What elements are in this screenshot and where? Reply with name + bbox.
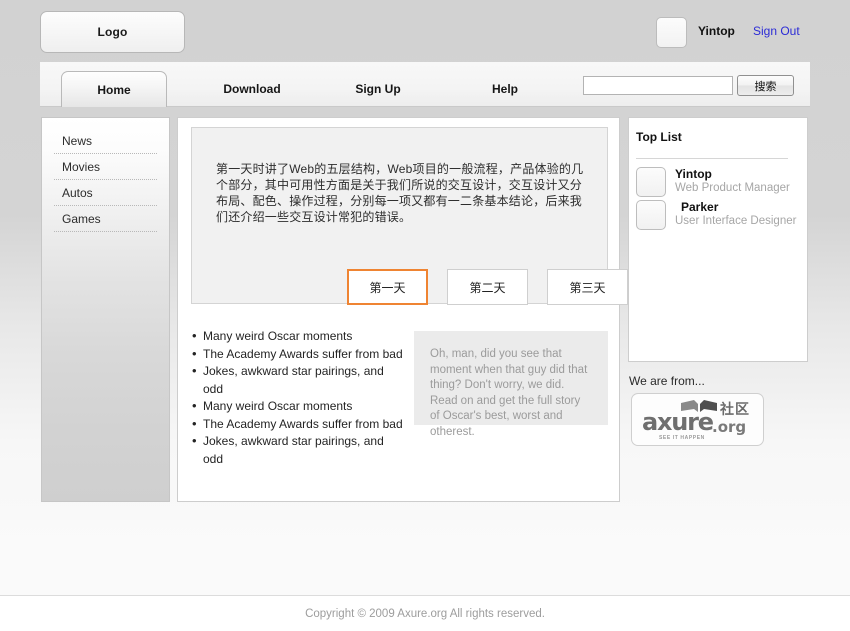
top-list-name: Parker: [681, 200, 719, 214]
nav-tab-download[interactable]: Download: [197, 71, 307, 107]
divider: [636, 158, 788, 159]
top-list-role: User Interface Designer: [675, 215, 797, 227]
day-tab-1[interactable]: 第一天: [347, 269, 428, 305]
axure-logo-tagline: SEE IT HAPPEN: [659, 435, 705, 441]
avatar: [636, 200, 666, 230]
axure-logo-cn: 社区: [720, 401, 750, 417]
nav-tab-help[interactable]: Help: [450, 71, 560, 107]
list-item[interactable]: Jokes, awkward star pairings, and odd: [191, 362, 406, 398]
top-list-info: Parker User Interface Designer: [675, 200, 796, 229]
list-item[interactable]: Yintop Web Product Manager: [636, 167, 804, 197]
day-tab-2[interactable]: 第二天: [447, 269, 528, 305]
list-item[interactable]: Many weird Oscar moments: [191, 327, 406, 346]
top-list-rows: Yintop Web Product Manager Parker User I…: [636, 167, 804, 233]
top-list-title: Top List: [636, 130, 682, 144]
day-tab-3[interactable]: 第三天: [547, 269, 628, 305]
avatar[interactable]: [656, 17, 687, 48]
quote-box: Oh, man, did you see that moment when th…: [414, 331, 608, 438]
axure-logo-card[interactable]: 社区 axure .org SEE IT HAPPEN: [631, 393, 764, 446]
list-item[interactable]: The Academy Awards suffer from bad: [191, 415, 406, 434]
logo[interactable]: Logo: [40, 11, 185, 53]
sign-out-link[interactable]: Sign Out: [753, 24, 800, 38]
axure-logo-word: axure: [642, 408, 714, 436]
copyright-text: Copyright © 2009 Axure.org All rights re…: [305, 607, 545, 620]
sidebar-item-autos[interactable]: Autos: [54, 180, 157, 206]
sidebar-item-news[interactable]: News: [54, 128, 157, 154]
sidebar-item-games[interactable]: Games: [54, 206, 157, 232]
top-list-name: Yintop: [675, 167, 712, 181]
nav-tab-signup[interactable]: Sign Up: [323, 71, 433, 107]
day-tab-group: 第一天 第二天 第三天: [347, 269, 628, 305]
top-list-role: Web Product Manager: [675, 182, 790, 194]
list-item[interactable]: Parker User Interface Designer: [636, 200, 804, 230]
axure-logo-tld: .org: [712, 418, 747, 436]
article-text: 第一天时讲了Web的五层结构，Web项目的一般流程，产品体验的几个部分，其中可用…: [216, 162, 584, 224]
page-root: Logo Yintop Sign Out Home Download Sign …: [0, 0, 850, 631]
list-item[interactable]: Jokes, awkward star pairings, and odd: [191, 432, 406, 468]
list-item[interactable]: Many weird Oscar moments: [191, 397, 406, 416]
footer: Copyright © 2009 Axure.org All rights re…: [0, 596, 850, 631]
article-box: 第一天时讲了Web的五层结构，Web项目的一般流程，产品体验的几个部分，其中可用…: [191, 127, 628, 305]
list-item[interactable]: The Academy Awards suffer from bad: [191, 345, 406, 364]
avatar: [636, 167, 666, 197]
sidebar-item-movies[interactable]: Movies: [54, 154, 157, 180]
main-content-panel: 第一天时讲了Web的五层结构，Web项目的一般流程，产品体验的几个部分，其中可用…: [177, 117, 628, 502]
user-name: Yintop: [698, 24, 735, 38]
nav-tab-home[interactable]: Home: [61, 71, 167, 107]
top-list-info: Yintop Web Product Manager: [675, 167, 790, 196]
top-list-panel: Top List Yintop Web Product Manager Park…: [628, 117, 808, 362]
search-input[interactable]: [583, 76, 733, 95]
headline-list: Many weird Oscar moments The Academy Awa…: [191, 327, 406, 468]
search-button[interactable]: 搜索: [737, 75, 794, 96]
quote-text: Oh, man, did you see that moment when th…: [430, 348, 588, 438]
sidebar: News Movies Autos Games: [41, 117, 170, 502]
axure-logo: 社区 axure .org SEE IT HAPPEN: [632, 394, 763, 445]
sponsor-label: We are from...: [629, 374, 705, 388]
